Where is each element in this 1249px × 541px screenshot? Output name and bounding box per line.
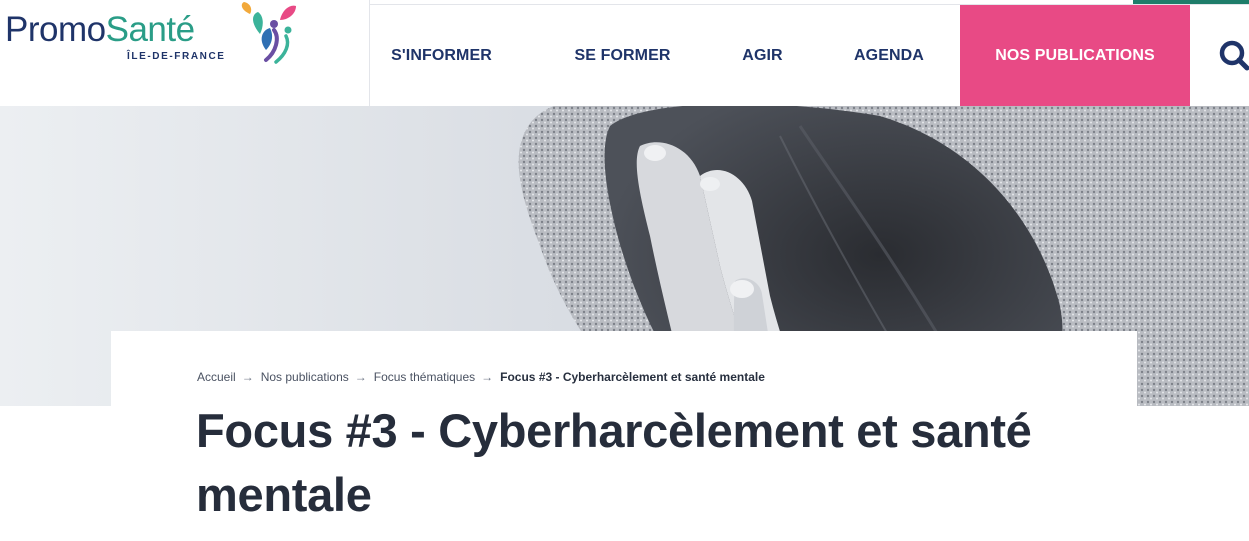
- breadcrumb-arrow-icon: →: [481, 370, 494, 384]
- logo-wordmark: PromoSanté: [5, 10, 195, 50]
- breadcrumb: Accueil → Nos publications → Focus théma…: [197, 369, 765, 385]
- site-logo[interactable]: PromoSanté ÎLE-DE-FRANCE: [0, 0, 370, 106]
- header-accent-bar: [1133, 0, 1249, 4]
- logo-wordmark-promo: Promo: [5, 10, 106, 49]
- main-navigation: S'INFORMER SE FORMER AGIR AGENDA NOS PUB…: [371, 5, 1249, 106]
- site-header: PromoSanté ÎLE-DE-FRANCE S'INFORMER SE F…: [0, 0, 1249, 106]
- people-leaves-emblem-icon: [241, 2, 296, 64]
- breadcrumb-arrow-icon: →: [241, 370, 254, 384]
- nav-item-agenda[interactable]: AGENDA: [834, 5, 944, 106]
- page-title: Focus #3 - Cyberharcèlement et santé men…: [196, 404, 1032, 521]
- breadcrumb-arrow-icon: →: [354, 370, 367, 384]
- nav-item-se-former[interactable]: SE FORMER: [554, 5, 691, 106]
- breadcrumb-current: Focus #3 - Cyberharcèlement et santé men…: [500, 370, 765, 384]
- breadcrumb-item-nos-publications[interactable]: Nos publications: [261, 370, 349, 384]
- search-icon[interactable]: [1206, 36, 1249, 76]
- nav-item-sinformer[interactable]: S'INFORMER: [371, 5, 512, 106]
- breadcrumb-item-focus-thematiques[interactable]: Focus thématiques: [374, 370, 475, 384]
- logo-wordmark-sante: Santé: [105, 10, 195, 49]
- breadcrumb-item-accueil[interactable]: Accueil: [197, 370, 236, 384]
- logo-region: ÎLE-DE-FRANCE: [127, 51, 226, 62]
- nav-item-agir[interactable]: AGIR: [721, 5, 804, 106]
- nav-item-nos-publications[interactable]: NOS PUBLICATIONS: [960, 5, 1190, 106]
